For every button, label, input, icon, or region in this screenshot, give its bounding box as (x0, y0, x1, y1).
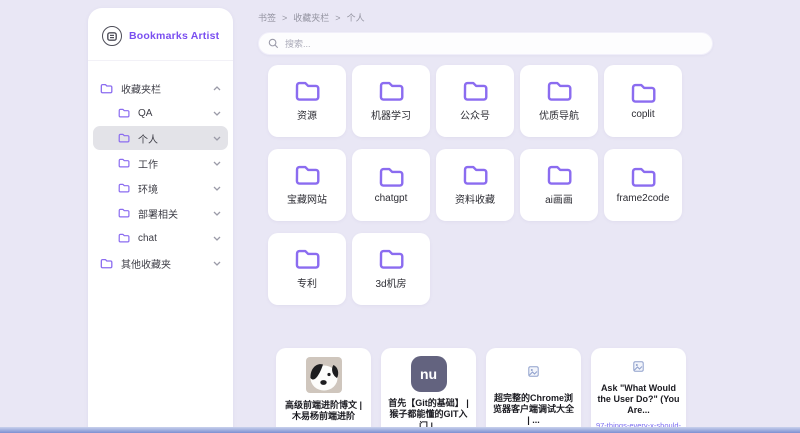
breadcrumb-separator: > (335, 13, 340, 23)
bookmark-card-97-things[interactable]: Ask "What Would the User Do?" (You Are..… (591, 348, 686, 433)
folder-card-materials[interactable]: 资料收藏 (436, 149, 514, 221)
chevron-down-icon[interactable] (213, 136, 221, 141)
folder-icon (378, 80, 405, 102)
breadcrumb-separator: > (282, 13, 287, 23)
folder-icon (546, 80, 573, 102)
folder-card-resources[interactable]: 资源 (268, 65, 346, 137)
folder-icon (100, 258, 113, 269)
sidebar-item-label: 个人 (138, 131, 158, 146)
folder-card-3d-room[interactable]: 3d机房 (352, 233, 430, 305)
app-logo: Bookmarks Artist (88, 8, 233, 61)
folder-card-patents[interactable]: 专利 (268, 233, 346, 305)
chevron-down-icon[interactable] (213, 211, 221, 216)
folder-icon (378, 248, 405, 270)
sidebar-item-chat[interactable]: chat (93, 226, 228, 250)
folder-card-quality-nav[interactable]: 优质导航 (520, 65, 598, 137)
sidebar-item-deploy[interactable]: 部署相关 (93, 201, 228, 225)
folder-card-coplit[interactable]: coplit (604, 65, 682, 137)
folder-card-machine-learning[interactable]: 机器学习 (352, 65, 430, 137)
sidebar-item-label: 其他收藏夹 (121, 256, 171, 271)
broken-image-icon (633, 361, 644, 372)
chevron-down-icon[interactable] (213, 111, 221, 116)
bottom-edge-bar (0, 427, 800, 433)
bookmark-title: 高级前端进阶博文 | 木易杨前端进阶 (276, 400, 371, 423)
folder-card-chatgpt[interactable]: chatgpt (352, 149, 430, 221)
chevron-down-icon[interactable] (213, 236, 221, 241)
folder-label: coplit (631, 109, 654, 120)
folder-icon (630, 82, 657, 104)
folder-icon (118, 108, 130, 118)
folder-label: 机器学习 (371, 107, 411, 122)
folder-grid: 资源 机器学习 公众号 优质导航 coplit 宝藏网站 chatgpt 资料 (268, 65, 800, 305)
search-bar[interactable] (258, 32, 713, 55)
dog-photo-thumbnail (306, 357, 342, 393)
folder-card-official-accounts[interactable]: 公众号 (436, 65, 514, 137)
folder-label: 专利 (297, 275, 317, 290)
folder-label: ai画画 (545, 191, 573, 206)
bookmark-title: 超完整的Chrome浏览器客户端调试大全 | ... (486, 393, 581, 427)
sidebar: Bookmarks Artist 收藏夹栏 QA (88, 8, 233, 433)
breadcrumb-item-bookmarks-bar[interactable]: 收藏夹栏 (293, 11, 329, 24)
chevron-down-icon[interactable] (213, 161, 221, 166)
folder-icon (294, 164, 321, 186)
sidebar-item-label: 环境 (138, 181, 158, 196)
folder-card-ai-painting[interactable]: ai画画 (520, 149, 598, 221)
sidebar-item-label: 收藏夹栏 (121, 81, 161, 96)
breadcrumb: 书签 > 收藏夹栏 > 个人 (258, 11, 800, 24)
sidebar-item-environment[interactable]: 环境 (93, 176, 228, 200)
sidebar-item-qa[interactable]: QA (93, 101, 228, 125)
search-icon (268, 38, 279, 49)
folder-icon (118, 233, 130, 243)
sidebar-tree: 收藏夹栏 QA 个人 (88, 61, 233, 275)
folder-icon (294, 248, 321, 270)
bookmark-title: Ask "What Would the User Do?" (You Are..… (591, 383, 686, 417)
folder-icon (630, 166, 657, 188)
main-content: 书签 > 收藏夹栏 > 个人 资源 机器学习 公众号 优质导航 coplit (248, 0, 800, 433)
bookmark-card-muyiy[interactable]: 高级前端进阶博文 | 木易杨前端进阶 muyiy.cn (276, 348, 371, 433)
folder-label: 优质导航 (539, 107, 579, 122)
sidebar-item-label: 工作 (138, 156, 158, 171)
folder-icon (118, 208, 130, 218)
search-input[interactable] (285, 39, 703, 49)
folder-label: 资源 (297, 107, 317, 122)
bookmarks-logo-icon (102, 26, 122, 46)
bookmark-card-chrome-debug[interactable]: 超完整的Chrome浏览器客户端调试大全 | ... www.igeekbar.… (486, 348, 581, 433)
folder-icon (378, 166, 405, 188)
folder-icon (462, 80, 489, 102)
folder-label: 公众号 (460, 107, 490, 122)
app-title: Bookmarks Artist (129, 30, 219, 42)
chevron-up-icon[interactable] (213, 86, 221, 91)
folder-label: frame2code (617, 193, 670, 204)
folder-card-frame2code[interactable]: frame2code (604, 149, 682, 221)
sidebar-item-label: 部署相关 (138, 206, 178, 221)
sidebar-item-bookmarks-bar[interactable]: 收藏夹栏 (93, 76, 228, 100)
breadcrumb-item-personal[interactable]: 个人 (347, 11, 365, 24)
folder-label: 资料收藏 (455, 191, 495, 206)
folder-icon (546, 164, 573, 186)
bookmark-card-backlog-git[interactable]: nu 首先【Git的基础】 | 猴子都能懂的GIT入门 |.. backlog.… (381, 348, 476, 433)
folder-icon (118, 183, 130, 193)
folder-label: 宝藏网站 (287, 191, 327, 206)
folder-label: 3d机房 (375, 275, 406, 290)
breadcrumb-item-bookmarks[interactable]: 书签 (258, 11, 276, 24)
folder-label: chatgpt (375, 193, 408, 204)
sidebar-item-other-bookmarks[interactable]: 其他收藏夹 (93, 251, 228, 275)
sidebar-item-label: chat (138, 233, 157, 244)
chevron-down-icon[interactable] (213, 261, 221, 266)
sidebar-item-work[interactable]: 工作 (93, 151, 228, 175)
folder-icon (118, 158, 130, 168)
sidebar-item-personal[interactable]: 个人 (93, 126, 228, 150)
bookmark-row: 高级前端进阶博文 | 木易杨前端进阶 muyiy.cn nu 首先【Git的基础… (276, 348, 800, 433)
folder-icon (462, 164, 489, 186)
folder-icon (100, 83, 113, 94)
chevron-down-icon[interactable] (213, 186, 221, 191)
nulab-logo-icon: nu (411, 356, 447, 392)
broken-image-icon (528, 366, 539, 377)
folder-card-treasure-sites[interactable]: 宝藏网站 (268, 149, 346, 221)
folder-icon (294, 80, 321, 102)
folder-icon (118, 133, 130, 143)
sidebar-item-label: QA (138, 108, 152, 119)
